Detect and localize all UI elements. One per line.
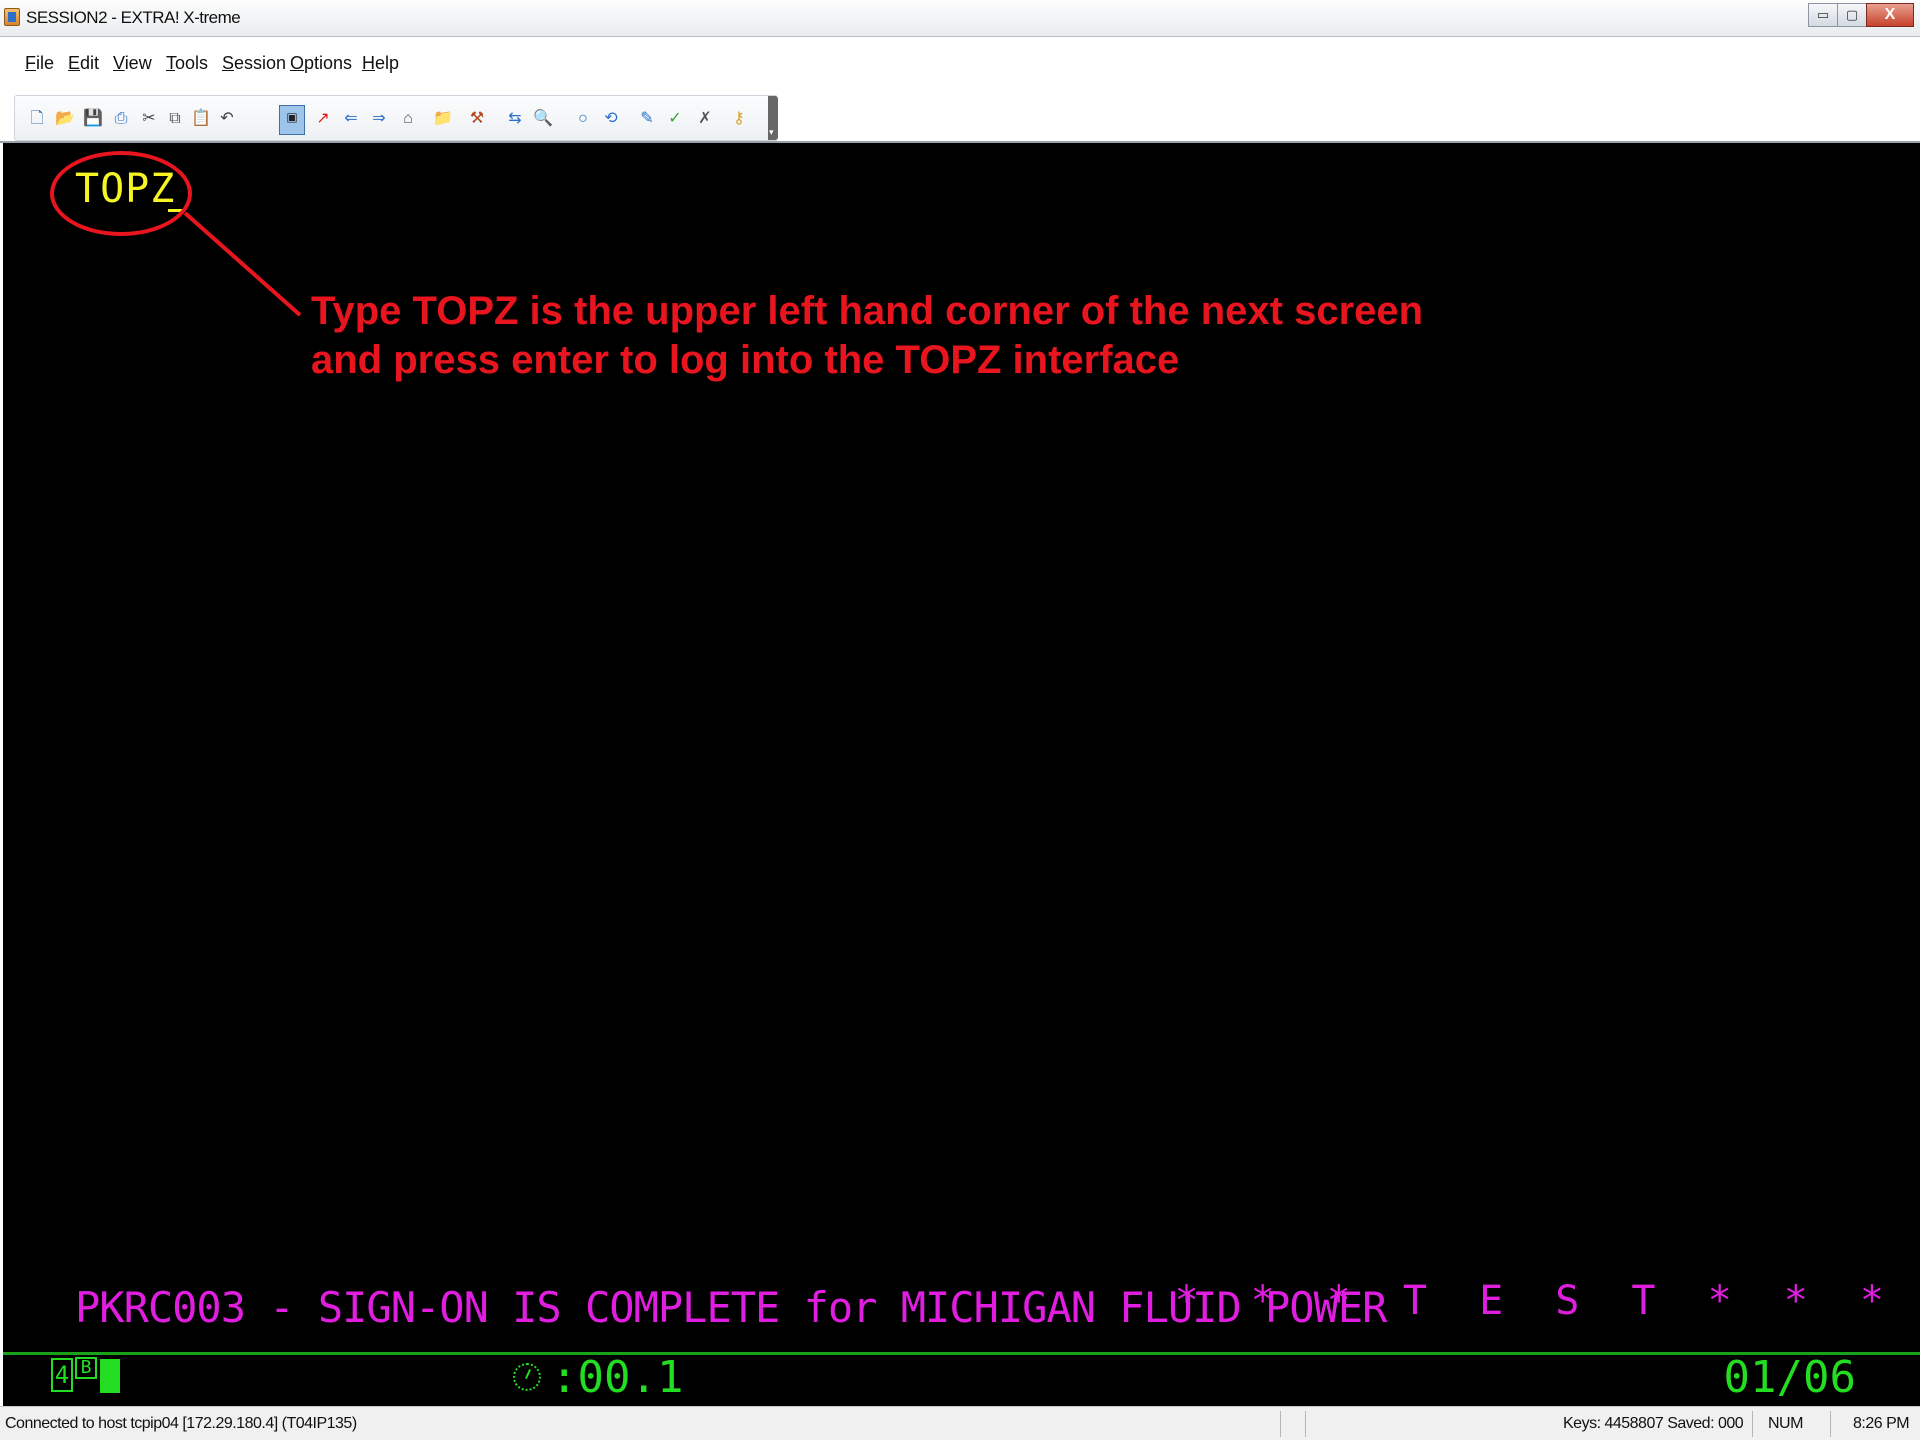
cut-icon[interactable]: ✂ — [139, 108, 159, 130]
undo-icon[interactable]: ↶ — [217, 108, 237, 130]
help-key-icon[interactable]: ⚷ — [729, 108, 749, 130]
close-button[interactable]: X — [1866, 3, 1914, 27]
copy-icon[interactable]: ⧉ — [165, 108, 185, 130]
open-icon[interactable]: 📂 — [55, 108, 75, 130]
title-bar: SESSION2 - EXTRA! X-treme ▭ ▢ X — [0, 0, 1920, 37]
menu-edit-label: dit — [80, 53, 100, 73]
file-transfer-icon[interactable]: ⇆ — [505, 108, 525, 130]
save-icon[interactable]: 💾 — [83, 108, 103, 130]
toolbar-grip[interactable] — [768, 96, 778, 140]
clock-icon — [513, 1363, 541, 1391]
menu-tools-accel: T — [166, 53, 175, 73]
oia-session-type: B — [75, 1357, 97, 1379]
display-toggle-icon[interactable]: ▣ — [279, 105, 305, 135]
menu-view-label: iew — [124, 53, 152, 73]
keys-saved-status: Keys: 4458807 Saved: 000 — [1563, 1415, 1744, 1432]
num-lock-indicator: NUM — [1768, 1415, 1803, 1432]
menu-file[interactable]: File — [25, 53, 54, 74]
terminal-screen[interactable]: TOPZ Type TOPZ is the upper left hand co… — [3, 143, 1920, 1406]
connect-icon[interactable]: ↗ — [313, 108, 333, 130]
menu-edit-accel: E — [68, 53, 81, 73]
menu-options-accel: O — [290, 53, 305, 73]
print-icon[interactable]: ⎙ — [111, 108, 131, 130]
menu-tools[interactable]: Tools — [166, 53, 208, 74]
home-icon[interactable]: ⌂ — [398, 108, 418, 130]
macro-icon[interactable]: ⚒ — [467, 108, 487, 130]
menu-session[interactable]: Session — [222, 53, 286, 74]
window-title: SESSION2 - EXTRA! X-treme — [26, 8, 241, 27]
status-separator — [1752, 1411, 1753, 1437]
toolbar-strip: 🗋 📂 💾 ⎙ ✂ ⧉ 📋 ↶ ▣ ↗ ⇐ ⇒ ⌂ 📁 ⚒ ⇆ 🔍 ○ ⟲ ✎ … — [14, 95, 778, 141]
oia-session-number: 4 — [51, 1358, 73, 1392]
status-bar: Connected to host tcpip04 [172.29.180.4]… — [0, 1406, 1920, 1440]
menu-options[interactable]: Options — [290, 53, 352, 74]
circle-icon[interactable]: ○ — [573, 108, 593, 130]
menu-file-accel: F — [25, 53, 36, 73]
menu-help-label: elp — [375, 53, 400, 73]
menu-view[interactable]: View — [113, 53, 152, 74]
minimize-button[interactable]: ▭ — [1808, 3, 1838, 27]
oia-response-time: :00.1 — [551, 1352, 684, 1403]
oia-ready-indicator — [100, 1359, 120, 1393]
menu-tools-label: ools — [175, 53, 209, 73]
annotation-line-2: and press enter to log into the TOPZ int… — [311, 338, 1180, 382]
run-macro-icon[interactable]: ✓ — [665, 108, 685, 130]
extra-app-icon[interactable] — [4, 8, 20, 26]
annotation-arrow — [183, 211, 302, 317]
stop-macro-icon[interactable]: ✗ — [695, 108, 715, 130]
status-separator — [1830, 1411, 1831, 1437]
menu-view-accel: V — [113, 53, 125, 73]
menu-session-accel: S — [222, 53, 235, 73]
forward-icon[interactable]: ⇒ — [369, 108, 389, 130]
new-icon[interactable]: 🗋 — [27, 108, 47, 130]
status-separator — [1305, 1411, 1306, 1437]
menu-file-label: ile — [36, 53, 55, 73]
oia-separator — [3, 1352, 1920, 1355]
test-banner: * * * T E S T * * * — [1174, 1278, 1898, 1324]
menu-edit[interactable]: Edit — [68, 53, 99, 74]
connection-status: Connected to host tcpip04 [172.29.180.4]… — [5, 1415, 357, 1432]
folder-icon[interactable]: 📁 — [433, 108, 453, 130]
find-icon[interactable]: 🔍 — [533, 108, 553, 130]
oia-cursor-position: 01/06 — [1723, 1352, 1856, 1403]
menu-bar: File Edit View Tools Session Options Hel… — [0, 37, 1920, 93]
menu-options-label: ptions — [304, 53, 353, 73]
maximize-button[interactable]: ▢ — [1837, 3, 1867, 27]
clock-time: 8:26 PM — [1853, 1415, 1910, 1432]
menu-help[interactable]: Help — [362, 53, 399, 74]
record-icon[interactable]: ⟲ — [601, 108, 621, 130]
paste-icon[interactable]: 📋 — [191, 108, 211, 130]
back-icon[interactable]: ⇐ — [341, 108, 361, 130]
toolbar: 🗋 📂 💾 ⎙ ✂ ⧉ 📋 ↶ ▣ ↗ ⇐ ⇒ ⌂ 📁 ⚒ ⇆ 🔍 ○ ⟲ ✎ … — [0, 93, 1920, 143]
menu-session-label: ession — [234, 53, 287, 73]
status-separator — [1280, 1411, 1281, 1437]
window-controls: ▭ ▢ X — [1808, 3, 1914, 30]
menu-help-accel: H — [362, 53, 375, 73]
edit-macro-icon[interactable]: ✎ — [637, 108, 657, 130]
annotation-callout: Type TOPZ is the upper left hand corner … — [311, 287, 1423, 385]
annotation-line-1: Type TOPZ is the upper left hand corner … — [311, 289, 1424, 333]
